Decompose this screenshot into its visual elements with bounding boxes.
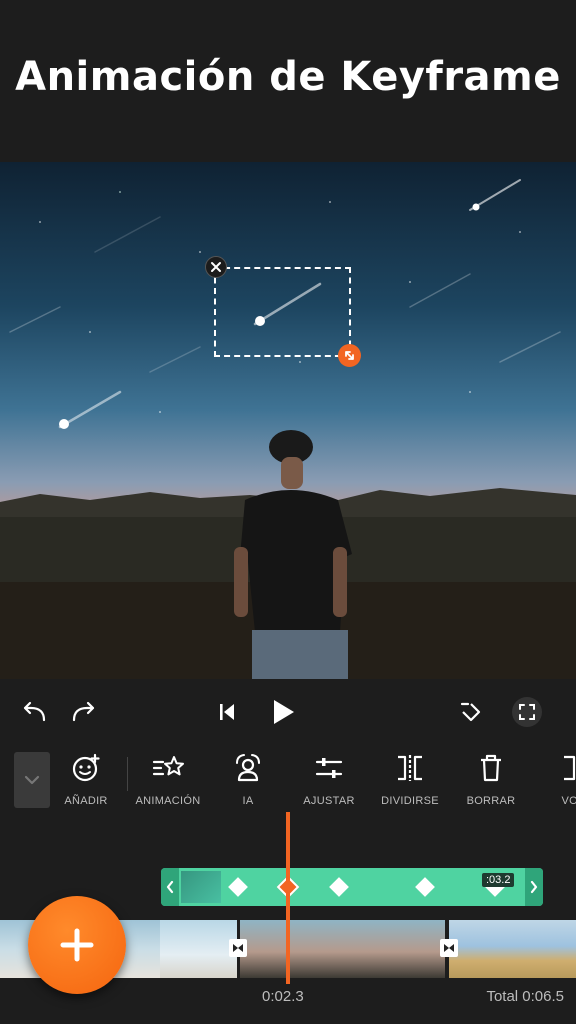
tool-delete[interactable]: BORRAR <box>451 749 531 813</box>
redo-icon[interactable] <box>66 695 100 729</box>
header-banner: Animación de Keyframe <box>0 0 576 162</box>
keyframe-marker[interactable] <box>329 877 349 897</box>
keyframe-selection-box[interactable] <box>214 267 351 357</box>
tool-label: AJUSTAR <box>303 795 355 807</box>
sticker-add-icon <box>72 753 100 782</box>
edit-toolbar: AÑADIR ANIMACIÓN IA AJUSTAR DIVIDIRSE BO… <box>0 745 576 817</box>
keyframe-marker[interactable] <box>415 877 435 897</box>
collapse-toolbar-button[interactable] <box>14 752 50 808</box>
playback-controls <box>0 679 576 745</box>
close-icon[interactable] <box>205 256 227 278</box>
tool-animation[interactable]: ANIMACIÓN <box>128 749 208 813</box>
clip-thumbnail <box>181 871 221 903</box>
clip-duration-badge: :03.2 <box>482 873 515 887</box>
tool-ai[interactable]: IA <box>208 749 288 813</box>
scene-illustration <box>0 179 576 679</box>
playhead[interactable] <box>286 812 290 984</box>
trash-icon <box>481 754 501 782</box>
clip-trim-left-handle[interactable] <box>161 868 179 906</box>
clip-frame[interactable] <box>160 920 237 978</box>
chevron-left-icon <box>166 880 174 894</box>
transition-icon[interactable] <box>229 939 247 957</box>
chevron-right-icon <box>530 880 538 894</box>
tool-label: ANIMACIÓN <box>135 795 201 807</box>
tool-flip[interactable]: VOLT <box>536 749 576 813</box>
tool-split[interactable]: DIVIDIRSE <box>370 749 450 813</box>
page-title: Animación de Keyframe <box>15 54 561 100</box>
tool-label: BORRAR <box>466 795 516 807</box>
animation-star-icon <box>152 756 184 776</box>
ai-person-icon <box>236 754 260 782</box>
tool-add[interactable]: AÑADIR <box>46 749 126 813</box>
video-preview[interactable] <box>0 162 576 679</box>
clip-frame[interactable] <box>449 920 576 978</box>
plus-icon <box>60 928 94 962</box>
flip-icon <box>564 755 576 781</box>
keyframe-marker[interactable] <box>228 877 248 897</box>
add-media-button[interactable] <box>28 896 126 994</box>
skip-to-start-icon[interactable] <box>210 695 244 729</box>
selected-clip-track[interactable]: :03.2 <box>161 868 543 906</box>
transition-icon[interactable] <box>440 939 458 957</box>
clip-frame[interactable] <box>240 920 445 978</box>
total-time: Total 0:06.5 <box>486 988 564 1005</box>
adjust-sliders-icon <box>315 758 343 778</box>
resize-handle-icon[interactable] <box>338 344 361 367</box>
tool-label: DIVIDIRSE <box>381 795 439 807</box>
chevron-down-icon <box>24 775 40 785</box>
play-icon[interactable] <box>266 695 300 729</box>
clip-trim-right-handle[interactable] <box>525 868 543 906</box>
tool-label: IA <box>242 795 254 807</box>
tool-adjust[interactable]: AJUSTAR <box>289 749 369 813</box>
tool-label: VOLT <box>561 795 576 807</box>
current-time: 0:02.3 <box>262 988 304 1005</box>
keyframe-add-icon[interactable] <box>454 695 488 729</box>
tool-label: AÑADIR <box>64 795 108 807</box>
fullscreen-icon[interactable] <box>510 695 544 729</box>
split-icon <box>398 755 422 781</box>
undo-icon[interactable] <box>18 695 52 729</box>
